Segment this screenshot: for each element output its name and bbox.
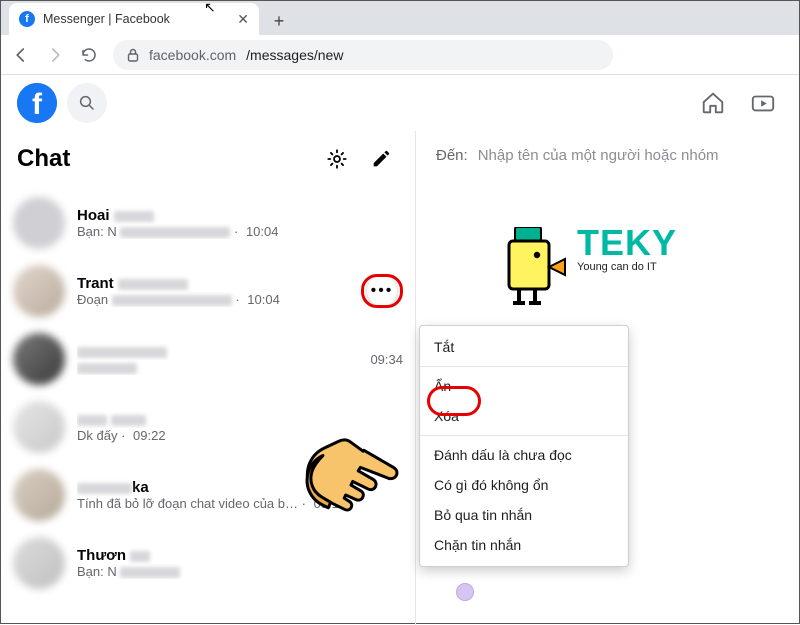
settings-button[interactable] <box>319 141 355 177</box>
close-icon[interactable]: ✕ <box>237 11 249 28</box>
chat-row[interactable]: Thươn Bạn: N <box>1 529 415 597</box>
to-input[interactable]: Nhập tên của một người hoặc nhóm <box>478 147 719 164</box>
chat-row[interactable]: 09:34 <box>1 325 415 393</box>
chat-name: Hoai <box>77 207 110 224</box>
search-button[interactable] <box>67 83 107 123</box>
chat-preview: Đoạn <box>77 292 108 307</box>
chat-heading: Chat <box>17 145 311 173</box>
reload-button[interactable] <box>79 45 99 65</box>
avatar <box>13 401 65 453</box>
to-label: Đến: <box>436 147 468 164</box>
browser-tab[interactable]: f Messenger | Facebook ✕ ↖ <box>9 3 259 35</box>
url-host: facebook.com <box>149 47 236 63</box>
chat-time: 10:04 <box>246 224 279 239</box>
browser-tabstrip: f Messenger | Facebook ✕ ↖ + <box>1 1 799 35</box>
chat-time: 10:04 <box>247 292 280 307</box>
menu-separator <box>420 435 628 436</box>
chat-time: 09:22 <box>133 428 166 443</box>
avatar <box>13 197 65 249</box>
more-button[interactable]: ••• <box>367 276 397 306</box>
menu-item-delete[interactable]: Xóa <box>420 401 628 431</box>
menu-item-report[interactable]: Có gì đó không ổn <box>420 470 628 500</box>
menu-item-hide[interactable]: Ẩn <box>420 371 628 401</box>
facebook-header: f <box>1 75 799 131</box>
address-bar[interactable]: facebook.com/messages/new <box>113 40 613 70</box>
chat-name: ka <box>132 479 149 496</box>
teky-slogan: Young can do IT <box>577 261 677 273</box>
chat-preview: Tính đã bỏ lỡ đoạn chat video của b… <box>77 496 298 511</box>
home-button[interactable] <box>693 83 733 123</box>
chat-list: Hoai Bạn: N · 10:04 Trant Đoạn · 10:04 •… <box>1 189 415 597</box>
menu-separator <box>420 366 628 367</box>
new-tab-button[interactable]: + <box>265 7 293 35</box>
compose-button[interactable] <box>363 141 399 177</box>
avatar <box>13 469 65 521</box>
bird-icon <box>501 227 571 307</box>
chat-name: Thươn <box>77 547 126 564</box>
menu-item-block[interactable]: Chặn tin nhắn <box>420 530 628 560</box>
teky-watermark: TEKY Young can do IT <box>501 227 677 307</box>
favicon: f <box>19 11 35 27</box>
chat-preview: Dk đấy <box>77 428 117 443</box>
avatar <box>13 265 65 317</box>
tab-title: Messenger | Facebook <box>43 12 229 26</box>
menu-item-mute[interactable]: Tắt <box>420 332 628 362</box>
facebook-logo[interactable]: f <box>17 83 57 123</box>
chat-row[interactable]: Hoai Bạn: N · 10:04 <box>1 189 415 257</box>
lock-icon <box>127 48 139 62</box>
menu-item-unread[interactable]: Đánh dấu là chưa đọc <box>420 440 628 470</box>
teky-brand: TEKY <box>577 227 677 259</box>
chat-name: Trant <box>77 275 114 292</box>
url-path: /messages/new <box>246 47 343 63</box>
browser-toolbar: facebook.com/messages/new <box>1 35 799 75</box>
chat-preview: Bạn: N <box>77 564 117 579</box>
chat-time: 09:34 <box>370 352 403 367</box>
mini-avatar <box>456 583 474 601</box>
avatar <box>13 537 65 589</box>
watch-button[interactable] <box>743 83 783 123</box>
avatar <box>13 333 65 385</box>
chat-row[interactable]: Trant Đoạn · 10:04 ••• <box>1 257 415 325</box>
chat-sidebar: Chat Hoai Bạn: N · 10:04 Trant Đo <box>1 131 416 625</box>
chat-preview: Bạn: N <box>77 224 117 239</box>
context-menu: Tắt Ẩn Xóa Đánh dấu là chưa đọc Có gì đó… <box>419 325 629 567</box>
menu-item-ignore[interactable]: Bỏ qua tin nhắn <box>420 500 628 530</box>
svg-text:f: f <box>32 88 43 121</box>
forward-button[interactable] <box>45 45 65 65</box>
back-button[interactable] <box>11 45 31 65</box>
